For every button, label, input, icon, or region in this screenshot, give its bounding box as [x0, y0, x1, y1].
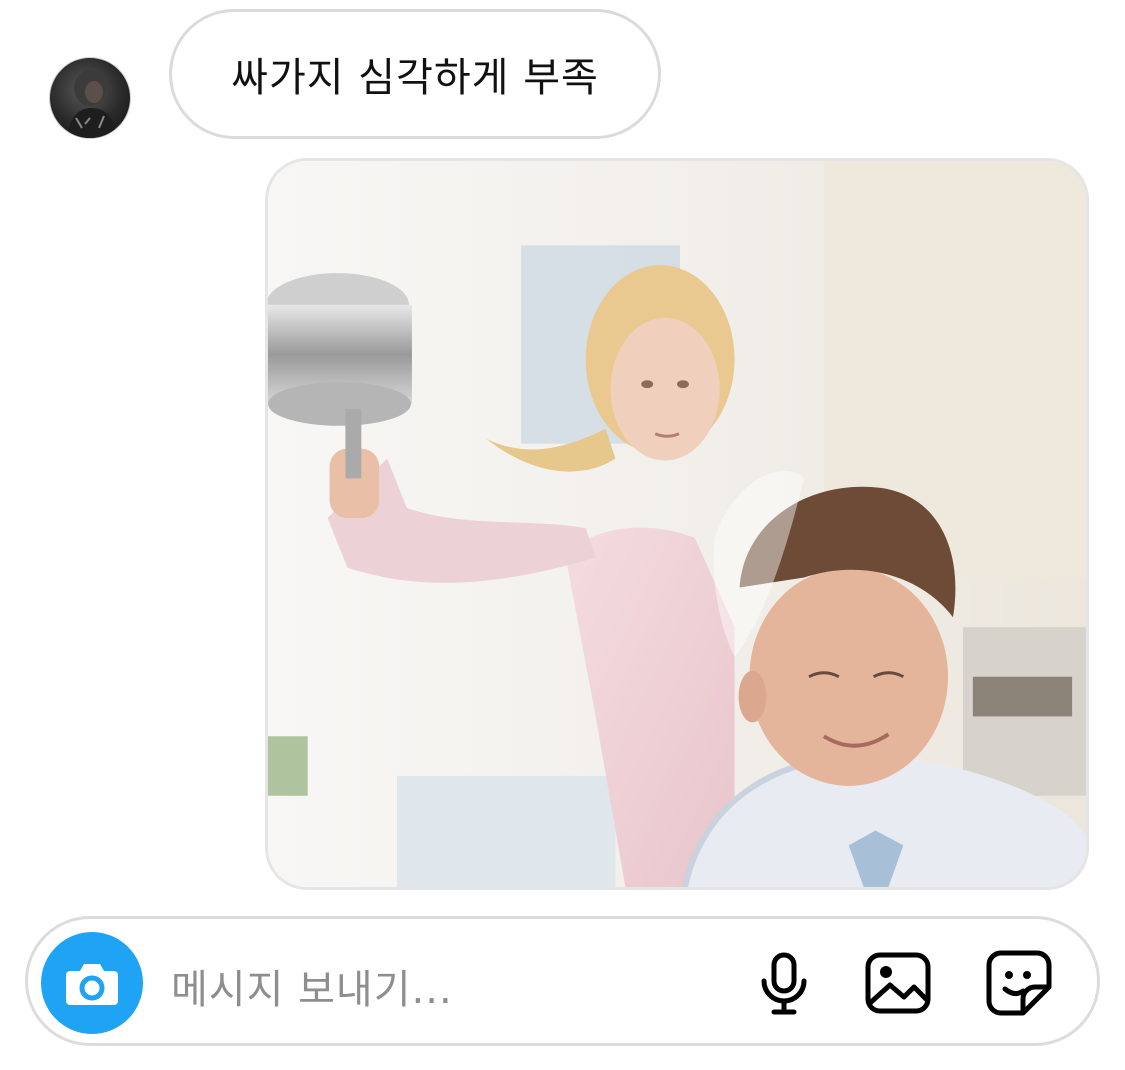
shared-photo[interactable]	[265, 158, 1089, 890]
sender-avatar[interactable]	[49, 57, 131, 139]
microphone-button[interactable]	[748, 947, 820, 1019]
message-composer: 메시지 보내기...	[25, 916, 1100, 1046]
incoming-message-bubble[interactable]: 싸가지 심각하게 부족	[169, 9, 661, 139]
camera-icon	[66, 964, 118, 1005]
image-icon	[865, 952, 931, 1014]
message-text: 싸가지 심각하게 부족	[231, 55, 599, 101]
message-input[interactable]: 메시지 보내기...	[171, 957, 453, 1015]
sticker-icon	[986, 950, 1052, 1016]
photo-illustration	[268, 161, 1086, 887]
camera-button[interactable]	[41, 932, 143, 1034]
microphone-icon	[761, 952, 807, 1015]
sticker-button[interactable]	[983, 947, 1055, 1019]
gallery-button[interactable]	[862, 947, 934, 1019]
